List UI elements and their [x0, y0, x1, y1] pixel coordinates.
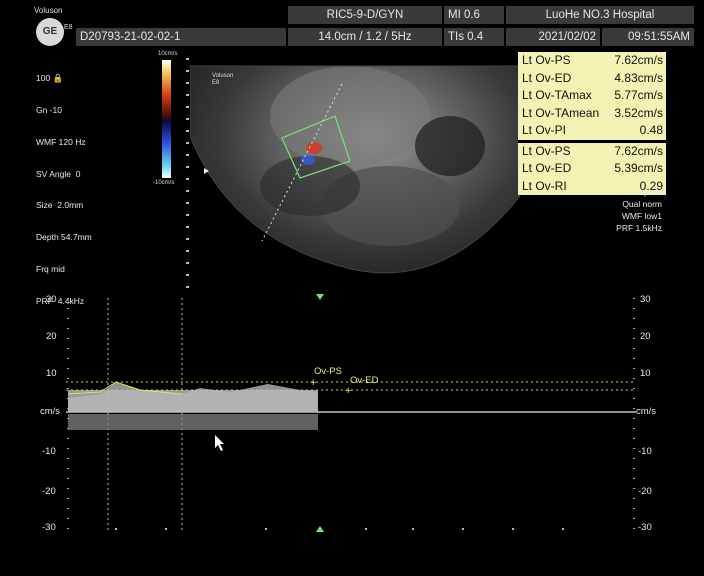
sweep-bottom-marker-icon [316, 526, 324, 532]
measurement-panel: Lt Ov-PS 7.62cm/s Lt Ov-ED 4.83cm/s Lt Ov-… [518, 52, 666, 195]
param-line: Frq mid [36, 263, 65, 274]
spectrum-envelope [68, 382, 318, 412]
setup-line: PRF 1.5kHz [616, 223, 662, 233]
right-scale-unit: cm/s [636, 406, 657, 417]
measurement-label: Lt Ov-TAmean [522, 105, 600, 120]
param-line: Depth 54.7mm [36, 232, 92, 243]
param-line: Size 2.0mm [36, 200, 84, 211]
right-scale-10: 10 [640, 368, 651, 379]
spectral-doppler: + + [66, 294, 636, 532]
left-scale-10: 10 [46, 368, 57, 379]
ed-annotation: Ov-ED [350, 375, 379, 386]
right-scale-neg10: -10 [638, 446, 652, 457]
measurement-value: 0.48 [639, 123, 663, 137]
left-scale-neg10: -10 [42, 446, 56, 457]
measurement-label: Lt Ov-ED [522, 70, 572, 85]
measurement-label: Lt Ov-PS [522, 53, 571, 67]
measurement-label: Lt Ov-RI [522, 178, 567, 193]
right-scale-neg20: -20 [638, 486, 652, 497]
left-scale-30: 30 [46, 294, 57, 305]
time-label: 09:51:55AM [602, 28, 694, 46]
mouse-pointer-icon [215, 435, 224, 451]
param-line: SV Angle 0 [36, 168, 81, 179]
param-line: WMF 120 Hz [36, 136, 86, 147]
date-label: 2021/02/02 [506, 28, 600, 46]
ed-caliper-icon: + [345, 385, 351, 397]
measurement-row: Lt Ov-ED 4.83cm/s [518, 69, 666, 87]
focus-marker-icon [204, 168, 209, 174]
right-scale-30: 30 [640, 294, 651, 305]
color-scale-top: 10cm/s [158, 51, 178, 57]
sweep-top-marker-icon [316, 294, 324, 300]
image-badge-brand: Voluson [212, 73, 234, 79]
scan-parameters: 100 🔒 Gn -10 WMF 120 Hz SV Angle 0 Size … [36, 52, 92, 317]
measurement-label: Lt Ov-TAmax [522, 88, 592, 102]
measurement-row: Lt Ov-PI 0.48 [518, 122, 666, 140]
imaging-params: 14.0cm / 1.2 / 5Hz [288, 28, 442, 46]
ps-annotation: Ov-PS [314, 366, 342, 377]
image-badge-model: E8 [212, 80, 220, 86]
measurement-value: 7.62cm/s [614, 143, 663, 158]
measurement-row: Lt Ov-PS 7.62cm/s [518, 142, 666, 160]
image-badge: Voluson E8 [212, 73, 233, 87]
measurement-label: Lt Ov-ED [522, 161, 572, 175]
model-label: E8 [64, 24, 73, 31]
color-velocity-bar [162, 60, 171, 178]
measurement-row: Lt Ov-TAmean 3.52cm/s [518, 104, 666, 122]
measurement-value: 3.52cm/s [614, 105, 663, 120]
color-scale-bottom: -10cm/s [153, 180, 175, 186]
left-scale-unit: cm/s [40, 406, 61, 417]
measurement-row: Lt Ov-ED 5.39cm/s [518, 160, 666, 178]
spectrum-negative [68, 414, 318, 430]
param-line: Gn -10 [36, 104, 62, 115]
probe-label: RIC5-9-D/GYN [288, 6, 442, 24]
param-line: 100 🔒 [36, 73, 64, 84]
depth-markers [186, 58, 189, 298]
measurement-row: Lt Ov-PS 7.62cm/s [518, 52, 666, 70]
measurement-value: 4.83cm/s [614, 70, 663, 85]
doppler-setup: Frq mid Qual norm WMF low1 PRF 1.5kHz [616, 186, 662, 234]
brand-label: Voluson [34, 6, 63, 15]
right-scale-20: 20 [640, 331, 651, 342]
measurement-row: Lt Ov-TAmax 5.77cm/s [518, 87, 666, 105]
tis-label: TIs 0.4 [444, 28, 504, 46]
measurement-value: 5.39cm/s [614, 161, 663, 175]
bmode-image [190, 65, 520, 274]
right-scale-neg30: -30 [638, 522, 652, 533]
setup-line: WMF low1 [621, 211, 662, 221]
measurement-label: Lt Ov-PI [522, 123, 567, 137]
setup-line: Frq mid [633, 187, 662, 197]
measurement-value: 5.77cm/s [614, 88, 663, 102]
header-bar: RIC5-9-D/GYN MI 0.6 LuoHe NO.3 Hospital … [30, 6, 694, 48]
ge-logo: GE [36, 18, 64, 46]
left-scale-20: 20 [46, 331, 57, 342]
mi-label: MI 0.6 [444, 6, 504, 24]
left-scale-neg20: -20 [42, 486, 56, 497]
measurement-value: 7.62cm/s [614, 53, 663, 67]
hospital-label: LuoHe NO.3 Hospital [506, 6, 694, 24]
measurement-label: Lt Ov-PS [522, 143, 571, 158]
setup-line: Qual norm [622, 199, 662, 209]
left-scale-neg30: -30 [42, 522, 56, 533]
patient-id: D20793-21-02-02-1 [76, 28, 286, 46]
ps-caliper-icon: + [310, 377, 316, 389]
